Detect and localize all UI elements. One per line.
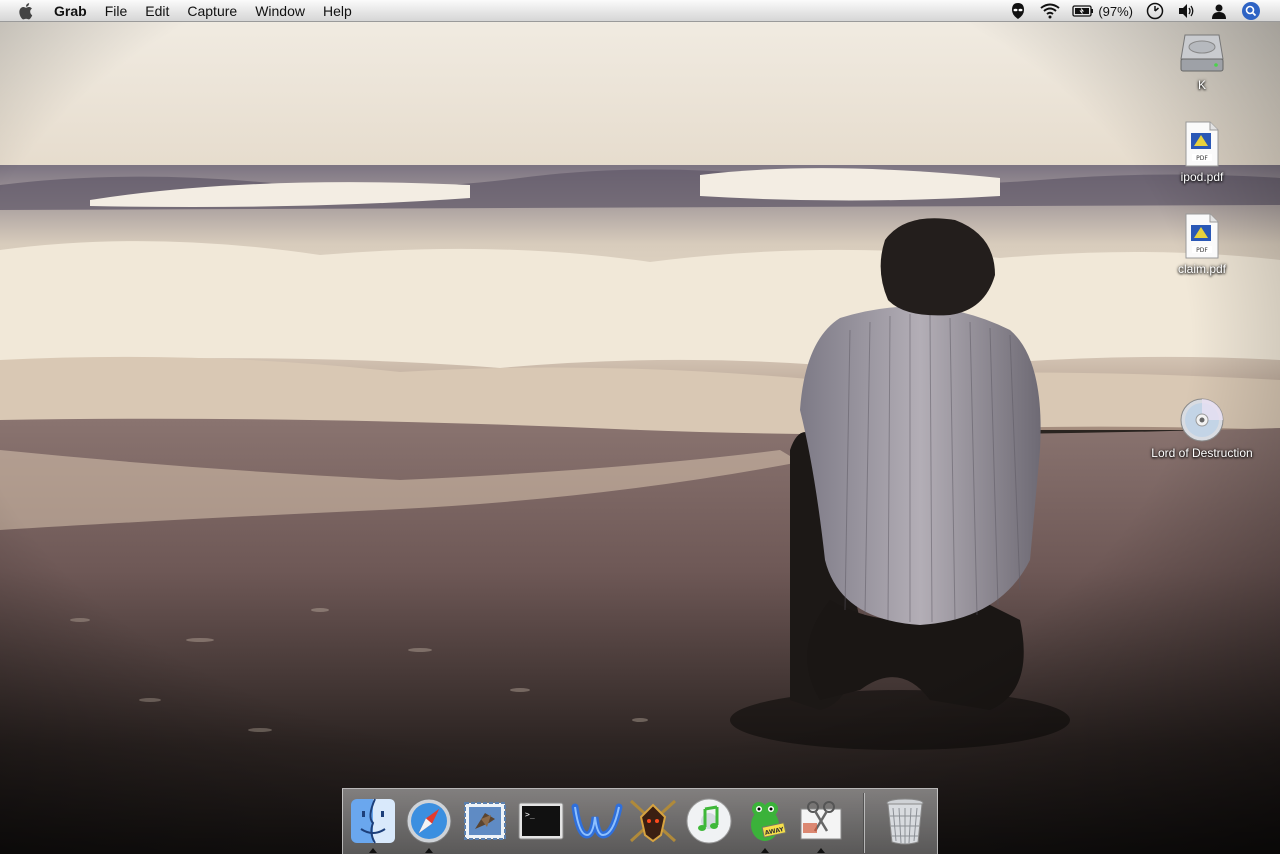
mail-icon[interactable] <box>459 795 511 847</box>
user-icon[interactable] <box>1208 0 1230 22</box>
menu-edit[interactable]: Edit <box>136 0 178 22</box>
trash-icon[interactable] <box>879 795 931 847</box>
safari-icon[interactable] <box>403 795 455 853</box>
desktop-icon-hard-drive[interactable]: K <box>1132 28 1272 92</box>
battery-status[interactable]: (97%) <box>1072 0 1133 22</box>
cd-disc-icon <box>1178 396 1226 444</box>
clock-icon[interactable] <box>1144 0 1166 22</box>
desktop-icon-label: claim.pdf <box>1177 262 1227 276</box>
battery-percent: (97%) <box>1098 3 1133 19</box>
game-warrior-icon[interactable] <box>627 795 679 847</box>
battery-icon <box>1072 0 1094 22</box>
wifi-icon[interactable] <box>1039 0 1061 22</box>
dock-divider <box>863 793 865 853</box>
svg-text:PDF: PDF <box>1196 155 1208 162</box>
grab-icon[interactable] <box>795 795 847 853</box>
running-indicator <box>369 848 377 853</box>
desktop-icon-cd[interactable]: Lord of Destruction <box>1132 396 1272 460</box>
menu-bar: Grab File Edit Capture Window Help (97%) <box>0 0 1280 22</box>
running-indicator <box>817 848 825 853</box>
desktop-icon-label: ipod.pdf <box>1180 170 1224 184</box>
status-menus: (97%) <box>1002 0 1280 22</box>
pdf-document-icon: PDF <box>1178 120 1226 168</box>
spotlight-icon[interactable] <box>1240 0 1262 22</box>
menu-file[interactable]: File <box>96 0 137 22</box>
menu-help[interactable]: Help <box>314 0 361 22</box>
hard-drive-icon <box>1178 28 1226 76</box>
desktop-icon-label: K <box>1197 78 1206 92</box>
desktop-icon-claim-pdf[interactable]: PDF claim.pdf <box>1132 212 1272 276</box>
svg-text:>_: >_ <box>525 810 535 819</box>
menu-window[interactable]: Window <box>246 0 314 22</box>
menu-capture[interactable]: Capture <box>178 0 246 22</box>
running-indicator <box>761 848 769 853</box>
desktop-icon-ipod-pdf[interactable]: PDF ipod.pdf <box>1132 120 1272 184</box>
app-menu-grab[interactable]: Grab <box>54 0 96 22</box>
running-indicator <box>425 848 433 853</box>
svg-text:PDF: PDF <box>1196 247 1208 254</box>
beach-wallpaper <box>0 0 1280 854</box>
dock: >_ AWAY <box>342 788 938 854</box>
apple-icon[interactable] <box>18 2 36 20</box>
alien-icon[interactable] <box>1007 0 1029 22</box>
adium-icon[interactable]: AWAY <box>739 795 791 853</box>
desktop-icon-label: Lord of Destruction <box>1151 446 1253 460</box>
volume-icon[interactable] <box>1176 0 1198 22</box>
pdf-document-icon: PDF <box>1178 212 1226 260</box>
terminal-icon[interactable]: >_ <box>515 795 567 847</box>
word-icon[interactable] <box>571 795 623 847</box>
finder-icon[interactable] <box>347 795 399 853</box>
itunes-icon[interactable] <box>683 795 735 847</box>
